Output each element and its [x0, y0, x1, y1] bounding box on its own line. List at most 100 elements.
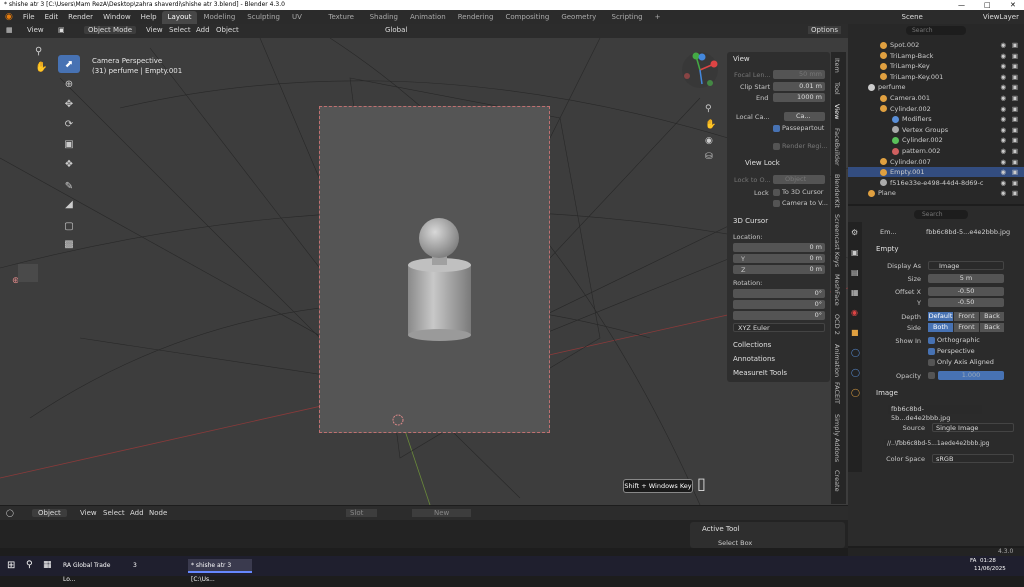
- add-workspace-icon[interactable]: +: [649, 11, 667, 24]
- render-camera-icon[interactable]: ▣: [1012, 146, 1018, 156]
- render-camera-icon[interactable]: ▣: [1012, 93, 1018, 103]
- depth-back-button[interactable]: Back: [980, 312, 1004, 321]
- empty-section-header[interactable]: Empty: [876, 245, 899, 253]
- passepartout-checkbox[interactable]: [773, 125, 780, 132]
- render-camera-icon[interactable]: ▣: [1012, 104, 1018, 114]
- tool-props-icon[interactable]: ⚙: [851, 228, 858, 237]
- transform-icon[interactable]: ❖: [58, 155, 80, 173]
- visibility-eye-icon[interactable]: ◉: [1000, 51, 1006, 61]
- active-tool-name[interactable]: Select Box: [718, 539, 752, 547]
- camera-view-icon[interactable]: ◉: [705, 136, 713, 146]
- tab-texture-paint[interactable]: Texture Paint: [322, 11, 363, 34]
- tab-rendering[interactable]: Rendering: [452, 11, 500, 24]
- close-icon[interactable]: ✕: [1010, 0, 1016, 10]
- menu-add[interactable]: Add: [196, 26, 210, 34]
- only-axis-aligned-checkbox[interactable]: [928, 359, 935, 366]
- visibility-eye-icon[interactable]: ◉: [1000, 125, 1006, 135]
- tab-geometry-nodes[interactable]: Geometry Nodes: [555, 11, 605, 34]
- render-camera-icon[interactable]: ▣: [1012, 51, 1018, 61]
- select-mode-icon[interactable]: ▣: [58, 26, 65, 34]
- outliner-row[interactable]: Plane ◉ ▣: [848, 188, 1024, 198]
- taskbar-date[interactable]: 11/06/2025: [974, 566, 1006, 572]
- display-as-dropdown[interactable]: Image: [928, 261, 1004, 270]
- render-camera-icon[interactable]: ▣: [1012, 178, 1018, 188]
- timeline-add-menu[interactable]: Add: [130, 509, 144, 517]
- offset-y-field[interactable]: -0.50: [928, 298, 1004, 307]
- editor-type-icon[interactable]: ▦: [6, 26, 13, 34]
- outliner-row[interactable]: TriLamp-Key.001 ◉ ▣: [848, 72, 1024, 82]
- scene-props-icon[interactable]: ◉: [851, 308, 858, 317]
- timeline-editor-icon[interactable]: ◯: [6, 509, 14, 517]
- depth-front-button[interactable]: Front: [954, 312, 979, 321]
- color-space-dropdown[interactable]: sRGB: [932, 454, 1014, 463]
- outliner-row[interactable]: f516e33e-e498-44d4-8d69-c ◉ ▣: [848, 178, 1024, 188]
- annotations-header[interactable]: Annotations: [733, 355, 775, 363]
- view-lock-header[interactable]: View Lock: [745, 159, 780, 167]
- measureit-header[interactable]: MeasureIt Tools: [733, 369, 787, 377]
- mode-dropdown[interactable]: Object Mode: [84, 26, 137, 34]
- loc-x-field[interactable]: 0 m: [733, 243, 825, 252]
- outliner-row[interactable]: Vertex Groups ◉ ▣: [848, 125, 1024, 135]
- outliner-row[interactable]: TriLamp-Back ◉ ▣: [848, 51, 1024, 61]
- render-camera-icon[interactable]: ▣: [1012, 72, 1018, 82]
- timeline-node-menu[interactable]: Node: [149, 509, 167, 517]
- annotate-icon[interactable]: ✎: [58, 177, 80, 195]
- tab-shading[interactable]: Shading: [364, 11, 404, 24]
- outliner-row[interactable]: Modifiers ◉ ▣: [848, 114, 1024, 124]
- visibility-eye-icon[interactable]: ◉: [1000, 178, 1006, 188]
- data-props-icon[interactable]: ◯: [851, 388, 860, 397]
- clip-start-field[interactable]: 0.01 m: [773, 82, 825, 91]
- select-box-icon[interactable]: ⬈: [58, 55, 80, 73]
- tab-view[interactable]: View: [833, 104, 841, 119]
- source-dropdown[interactable]: Single Image: [932, 423, 1014, 432]
- rot-z-field[interactable]: 0°: [733, 311, 825, 320]
- loc-y-field[interactable]: 0 m: [733, 254, 825, 263]
- tab-facebuilder[interactable]: FaceBuilder: [833, 128, 841, 166]
- new-button[interactable]: New: [412, 509, 472, 517]
- render-camera-icon[interactable]: ▣: [1012, 157, 1018, 167]
- tab-blenderkit[interactable]: BlenderKit: [833, 174, 841, 208]
- properties-search-input[interactable]: Search: [914, 210, 968, 219]
- menu-help[interactable]: Help: [136, 13, 162, 21]
- view-section-header[interactable]: View: [733, 55, 750, 63]
- offset-x-field[interactable]: -0.50: [928, 287, 1004, 296]
- image-datablock-field[interactable]: fbb6c8bd-5b...de4e2bbb.jpg: [888, 405, 982, 422]
- render-camera-icon[interactable]: ▣: [1012, 125, 1018, 135]
- outliner-row[interactable]: Empty.001 ◉ ▣: [848, 167, 1024, 178]
- side-back-button[interactable]: Back: [980, 323, 1004, 332]
- side-front-button[interactable]: Front: [954, 323, 979, 332]
- tab-tool[interactable]: Tool: [833, 82, 841, 95]
- viewport-3d[interactable]: Camera Perspective (31) perfume | Empty.…: [0, 38, 848, 505]
- render-region-checkbox[interactable]: [773, 143, 780, 150]
- zoom-icon[interactable]: ⚲: [35, 46, 42, 57]
- task-view-icon[interactable]: ▦: [43, 560, 52, 570]
- menu-select[interactable]: Select: [169, 26, 191, 34]
- outliner-row[interactable]: pattern.002 ◉ ▣: [848, 146, 1024, 156]
- blender-logo-icon[interactable]: ◉: [0, 12, 18, 22]
- perspective-checkbox[interactable]: [928, 348, 935, 355]
- outliner-row[interactable]: TriLamp-Key ◉ ▣: [848, 61, 1024, 71]
- tab-meshface[interactable]: MeshFace: [833, 274, 841, 306]
- timeline-mode-dropdown[interactable]: Object: [32, 509, 67, 517]
- tab-screencast-keys[interactable]: Screencast Keys: [833, 214, 841, 267]
- side-both-button[interactable]: Both: [928, 323, 953, 332]
- timeline-select-menu[interactable]: Select: [103, 509, 125, 517]
- image-name-label[interactable]: fbb6c8bd-5...e4e2bbb.jpg: [926, 228, 1010, 236]
- depth-default-button[interactable]: Default: [928, 312, 953, 321]
- menu-edit[interactable]: Edit: [40, 13, 64, 21]
- timeline-view-menu[interactable]: View: [80, 509, 97, 517]
- lock-icon[interactable]: ⛁: [705, 152, 713, 162]
- visibility-eye-icon[interactable]: ◉: [1000, 157, 1006, 167]
- outliner-row[interactable]: perfume ◉ ▣: [848, 82, 1024, 92]
- render-camera-icon[interactable]: ▣: [1012, 82, 1018, 92]
- outliner-row[interactable]: Camera.001 ◉ ▣: [848, 93, 1024, 103]
- rotation-mode-dropdown[interactable]: XYZ Euler: [733, 323, 825, 332]
- slot-dropdown[interactable]: Slot: [346, 509, 378, 517]
- tab-faceit[interactable]: FACEIT: [833, 382, 841, 404]
- active-tool-header[interactable]: Active Tool: [702, 525, 739, 533]
- taskbar-search-icon[interactable]: ⚲: [26, 560, 33, 570]
- tab-modeling[interactable]: Modeling: [197, 11, 241, 24]
- opacity-checkbox[interactable]: [928, 372, 935, 379]
- add-object-icon[interactable]: ▩: [58, 235, 80, 253]
- options-button[interactable]: Options: [808, 26, 842, 34]
